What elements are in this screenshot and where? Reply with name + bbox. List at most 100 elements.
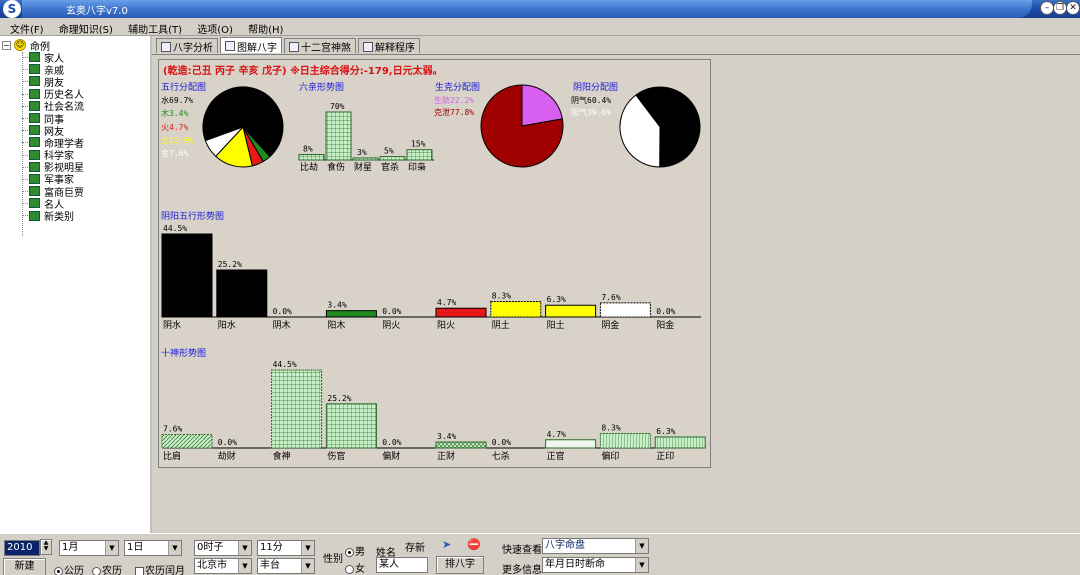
smiley-icon: ☺ <box>14 39 26 51</box>
new-button[interactable]: 新建 <box>3 558 46 575</box>
radio-icon[interactable] <box>92 566 101 575</box>
name-input[interactable]: 某人 <box>376 557 428 573</box>
shishen-value-label-9: 6.3% <box>656 427 675 436</box>
province-select[interactable]: 北京市 ▼ <box>194 558 252 574</box>
lunar-leap-label: 农历闰月 <box>145 566 185 575</box>
day-select[interactable]: 1日 ▼ <box>124 540 182 556</box>
yinyang-wuxing-value-label-0: 44.5% <box>163 224 187 233</box>
hour-select[interactable]: 0时子 ▼ <box>194 540 252 556</box>
chevron-down-icon[interactable]: ▼ <box>635 558 648 572</box>
window-title: 玄奥八字v7.0 <box>66 6 128 17</box>
liuqin-bar-2 <box>352 157 379 161</box>
liuqin-value-label-1: 70% <box>330 102 345 111</box>
pai-bazi-button[interactable]: 排八字 <box>436 556 484 574</box>
book-icon <box>29 113 40 124</box>
gender-female-option[interactable]: 女 <box>345 560 365 575</box>
more-info-select[interactable]: 年月日时断命 ▼ <box>542 557 649 573</box>
liuqin-category-label-3: 官杀 <box>381 161 399 173</box>
yinyang-wuxing-value-label-7: 6.3% <box>547 295 566 304</box>
chevron-down-icon[interactable]: ▼ <box>238 559 251 573</box>
chart-icon <box>225 41 235 51</box>
yinyang-wuxing-bar-3 <box>325 310 377 318</box>
tab-bazi-analysis[interactable]: 八字分析 <box>156 38 218 54</box>
collapse-icon[interactable]: − <box>2 40 11 50</box>
checkbox-icon[interactable] <box>135 566 144 575</box>
tab-label: 解释程序 <box>375 43 415 54</box>
minute-select[interactable]: 11分 ▼ <box>257 540 315 556</box>
delete-icon[interactable]: ⛔ <box>467 538 481 551</box>
chevron-down-icon[interactable]: ▼ <box>301 541 314 555</box>
document-icon <box>161 41 171 52</box>
menu-bar: 文件(F) 命理知识(S) 辅助工具(T) 选项(O) 帮助(H) <box>0 18 1080 36</box>
shishen-value-label-6: 0.0% <box>492 438 511 447</box>
solar-label: 公历 <box>64 566 84 575</box>
book-icon <box>29 88 40 99</box>
yinyang-wuxing-value-label-1: 25.2% <box>218 260 242 269</box>
restore-icon[interactable]: ❐ <box>1053 1 1067 15</box>
tab-label: 八字分析 <box>173 43 213 54</box>
year-input[interactable]: 2010 <box>4 540 40 556</box>
yinyang-wuxing-value-label-9: 0.0% <box>656 307 675 316</box>
radio-icon[interactable] <box>54 566 63 575</box>
app-icon[interactable]: S <box>3 0 21 18</box>
solar-calendar-option[interactable]: 公历 <box>54 562 84 575</box>
grid-icon <box>289 41 299 52</box>
menu-options[interactable]: 选项(O) <box>191 18 239 36</box>
yinyang-wuxing-category-label-6: 阴土 <box>492 319 510 331</box>
menu-file[interactable]: 文件(F) <box>0 18 50 36</box>
month-value: 1月 <box>62 542 79 553</box>
liuqin-bar-0 <box>298 154 325 161</box>
chevron-down-icon[interactable]: ▼ <box>105 541 118 555</box>
tab-twelve-palaces[interactable]: 十二宫神煞 <box>284 38 356 54</box>
yinyang-wuxing-bar-1 <box>216 269 268 318</box>
liuqin-bar-1 <box>325 111 352 161</box>
book-icon <box>29 52 40 63</box>
quick-view-select[interactable]: 八字命盘 ▼ <box>542 538 649 554</box>
shishen-value-label-8: 8.3% <box>601 423 620 432</box>
chevron-down-icon[interactable]: ▼ <box>635 539 648 553</box>
year-spinner[interactable]: ▲ ▼ <box>40 539 52 555</box>
liuqin-category-label-2: 财星 <box>354 161 372 173</box>
menu-knowledge[interactable]: 命理知识(S) <box>53 18 119 36</box>
shishen-value-label-1: 0.0% <box>218 438 237 447</box>
shishen-category-label-3: 伤官 <box>327 450 345 462</box>
shishen-category-label-8: 偏印 <box>601 450 619 462</box>
menu-tools[interactable]: 辅助工具(T) <box>122 18 188 36</box>
more-info-value: 年月日时断命 <box>545 559 605 570</box>
liuqin-category-label-0: 比劫 <box>300 161 318 173</box>
gender-male-option[interactable]: 男 <box>345 543 365 558</box>
district-select[interactable]: 丰台 ▼ <box>257 558 315 574</box>
book-icon <box>29 186 40 197</box>
radio-icon[interactable] <box>345 564 354 574</box>
minute-value: 11分 <box>260 542 283 553</box>
menu-help[interactable]: 帮助(H) <box>242 18 289 36</box>
radio-icon[interactable] <box>345 547 354 557</box>
tab-strip: 八字分析 图解八字 十二宫神煞 解释程序 <box>156 37 422 54</box>
book-icon <box>29 76 40 87</box>
shishen-bar-3 <box>325 403 377 449</box>
tree-list: 家人 亲戚 朋友 历史名人 社会名流 同事 网友 命理学者 科学家 影视明星 军… <box>22 51 84 223</box>
yinyang-wuxing-value-label-5: 4.7% <box>437 298 456 307</box>
yinyang-wuxing-category-label-2: 阴木 <box>273 319 291 331</box>
tree-item[interactable]: 新类别 <box>22 209 84 223</box>
liuqin-value-label-3: 5% <box>384 147 394 156</box>
tab-bazi-diagram[interactable]: 图解八字 <box>220 37 282 54</box>
chevron-down-icon[interactable]: ▼ <box>168 541 181 555</box>
save-icon[interactable]: ➤ <box>442 538 451 551</box>
book-icon <box>29 198 40 209</box>
lunar-calendar-option[interactable]: 农历 <box>92 562 122 575</box>
chevron-down-icon[interactable]: ▼ <box>238 541 251 555</box>
tree-root[interactable]: − ☺ 命例 <box>2 38 50 53</box>
gender-label: 性别 <box>323 554 343 565</box>
yinyang-wuxing-value-label-4: 0.0% <box>382 307 401 316</box>
close-icon[interactable]: ✕ <box>1066 1 1080 15</box>
chevron-down-icon[interactable]: ▼ <box>301 559 314 573</box>
month-select[interactable]: 1月 ▼ <box>59 540 119 556</box>
lunar-leap-option[interactable]: 农历闰月 <box>135 562 185 575</box>
day-value: 1日 <box>127 542 144 553</box>
shishen-bar-2 <box>271 369 323 449</box>
minimize-icon[interactable]: – <box>1040 1 1054 15</box>
save-label: 存新 <box>405 543 425 554</box>
book-icon <box>29 137 40 148</box>
tab-interpreter[interactable]: 解释程序 <box>358 38 420 54</box>
